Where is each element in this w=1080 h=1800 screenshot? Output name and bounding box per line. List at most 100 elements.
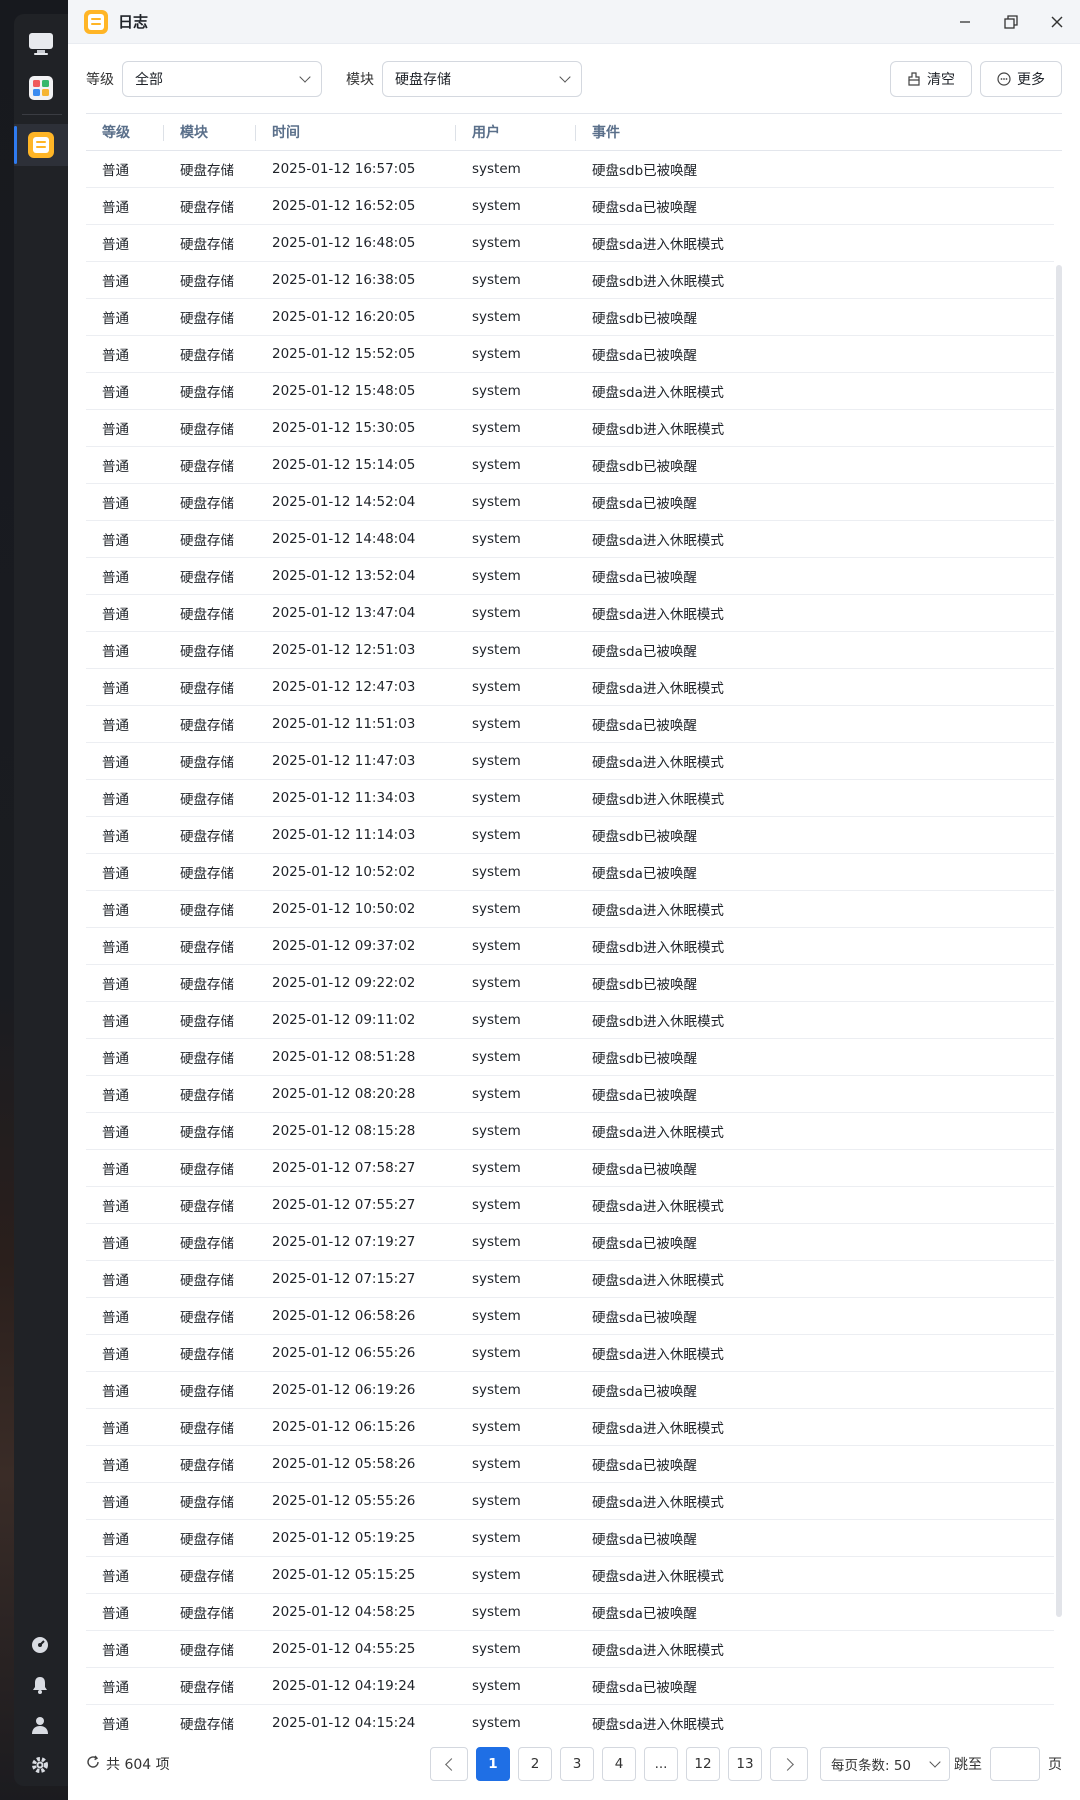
page-button-13[interactable]: 13	[728, 1747, 762, 1781]
log-app-icon[interactable]	[27, 131, 55, 159]
table-row[interactable]: 普通 硬盘存储 2025-01-12 11:51:03 system 硬盘sda已被唤醒	[86, 706, 1054, 743]
dashboard-icon[interactable]	[30, 1635, 50, 1655]
user-icon[interactable]	[30, 1715, 50, 1735]
cell-module: 硬盘存储	[180, 1680, 234, 1696]
column-header-event[interactable]: 事件	[576, 114, 1062, 150]
more-circle-icon	[997, 72, 1011, 86]
cell-user: system	[472, 1271, 521, 1287]
table-row[interactable]: 普通 硬盘存储 2025-01-12 16:57:05 system 硬盘sdb已被唤醒	[86, 151, 1054, 188]
per-page-select[interactable]: 每页条数: 50	[820, 1747, 950, 1781]
app-center-icon[interactable]	[27, 74, 55, 102]
table-row[interactable]: 普通 硬盘存储 2025-01-12 10:50:02 system 硬盘sda进入休眠…	[86, 891, 1054, 928]
page-button-2[interactable]: 2	[518, 1747, 552, 1781]
table-row[interactable]: 普通 硬盘存储 2025-01-12 06:55:26 system 硬盘sda进入休眠…	[86, 1335, 1054, 1372]
refresh-icon[interactable]	[86, 1755, 100, 1773]
table-row[interactable]: 普通 硬盘存储 2025-01-12 15:48:05 system 硬盘sda进入休眠…	[86, 373, 1054, 410]
column-header-user[interactable]: 用户	[456, 114, 576, 150]
next-page-button[interactable]	[770, 1747, 808, 1781]
table-scrollbar[interactable]	[1056, 265, 1062, 1617]
table-row[interactable]: 普通 硬盘存储 2025-01-12 11:34:03 system 硬盘sdb进入休眠…	[86, 780, 1054, 817]
cell-event: 硬盘sda已被唤醒	[592, 644, 697, 660]
table-row[interactable]: 普通 硬盘存储 2025-01-12 15:14:05 system 硬盘sdb已被唤醒	[86, 447, 1054, 484]
cell-level: 普通	[102, 496, 129, 512]
table-row[interactable]: 普通 硬盘存储 2025-01-12 04:55:25 system 硬盘sda进入休眠…	[86, 1631, 1054, 1668]
cell-level: 普通	[102, 1606, 129, 1622]
page-button-1[interactable]: 1	[476, 1747, 510, 1781]
table-row[interactable]: 普通 硬盘存储 2025-01-12 15:30:05 system 硬盘sdb进入休眠…	[86, 410, 1054, 447]
table-row[interactable]: 普通 硬盘存储 2025-01-12 07:15:27 system 硬盘sda进入休眠…	[86, 1261, 1054, 1298]
module-filter-select[interactable]: 硬盘存储	[382, 61, 582, 97]
more-button[interactable]: 更多	[980, 61, 1062, 97]
clear-button[interactable]: 清空	[890, 61, 972, 97]
cell-module: 硬盘存储	[180, 422, 234, 438]
table-row[interactable]: 普通 硬盘存储 2025-01-12 16:52:05 system 硬盘sda已被唤醒	[86, 188, 1054, 225]
table-row[interactable]: 普通 硬盘存储 2025-01-12 05:55:26 system 硬盘sda进入休眠…	[86, 1483, 1054, 1520]
table-row[interactable]: 普通 硬盘存储 2025-01-12 07:55:27 system 硬盘sda进入休眠…	[86, 1187, 1054, 1224]
cell-event: 硬盘sda已被唤醒	[592, 200, 697, 216]
bell-icon[interactable]	[30, 1675, 50, 1695]
cell-module: 硬盘存储	[180, 385, 234, 401]
cell-time: 2025-01-12 12:47:03	[272, 679, 416, 695]
table-row[interactable]: 普通 硬盘存储 2025-01-12 09:37:02 system 硬盘sdb进入休眠…	[86, 928, 1054, 965]
table-row[interactable]: 普通 硬盘存储 2025-01-12 13:52:04 system 硬盘sda已被唤醒	[86, 558, 1054, 595]
table-row[interactable]: 普通 硬盘存储 2025-01-12 04:58:25 system 硬盘sda已被唤醒	[86, 1594, 1054, 1631]
table-row[interactable]: 普通 硬盘存储 2025-01-12 08:15:28 system 硬盘sda进入休眠…	[86, 1113, 1054, 1150]
monitor-icon[interactable]	[27, 30, 55, 58]
table-row[interactable]: 普通 硬盘存储 2025-01-12 06:19:26 system 硬盘sda已被唤醒	[86, 1372, 1054, 1409]
table-row[interactable]: 普通 硬盘存储 2025-01-12 04:19:24 system 硬盘sda已被唤醒	[86, 1668, 1054, 1705]
cell-level: 普通	[102, 755, 129, 771]
cell-level: 普通	[102, 274, 129, 290]
table-row[interactable]: 普通 硬盘存储 2025-01-12 05:15:25 system 硬盘sda进入休眠…	[86, 1557, 1054, 1594]
column-header-time[interactable]: 时间	[256, 114, 456, 150]
more-button-label: 更多	[1017, 72, 1045, 88]
table-row[interactable]: 普通 硬盘存储 2025-01-12 16:48:05 system 硬盘sda进入休眠…	[86, 225, 1054, 262]
maximize-button[interactable]	[988, 0, 1034, 44]
table-row[interactable]: 普通 硬盘存储 2025-01-12 11:47:03 system 硬盘sda进入休眠…	[86, 743, 1054, 780]
table-row[interactable]: 普通 硬盘存储 2025-01-12 10:52:02 system 硬盘sda已被唤醒	[86, 854, 1054, 891]
column-header-level[interactable]: 等级	[86, 114, 164, 150]
column-header-module[interactable]: 模块	[164, 114, 256, 150]
cell-user: system	[472, 457, 521, 473]
level-filter-select[interactable]: 全部	[122, 61, 322, 97]
cell-module: 硬盘存储	[180, 1310, 234, 1326]
table-row[interactable]: 普通 硬盘存储 2025-01-12 09:11:02 system 硬盘sdb进入休眠…	[86, 1002, 1054, 1039]
cell-level: 普通	[102, 570, 129, 586]
cell-module: 硬盘存储	[180, 792, 234, 808]
table-row[interactable]: 普通 硬盘存储 2025-01-12 06:58:26 system 硬盘sda已被唤醒	[86, 1298, 1054, 1335]
table-body: 普通 硬盘存储 2025-01-12 16:57:05 system 硬盘sdb已被唤醒…	[86, 151, 1062, 1737]
prev-page-button[interactable]	[430, 1747, 468, 1781]
cell-level: 普通	[102, 1162, 129, 1178]
settings-gear-icon[interactable]	[30, 1755, 50, 1775]
page-button-12[interactable]: 12	[686, 1747, 720, 1781]
table-row[interactable]: 普通 硬盘存储 2025-01-12 08:20:28 system 硬盘sda已被唤醒	[86, 1076, 1054, 1113]
table-row[interactable]: 普通 硬盘存储 2025-01-12 06:15:26 system 硬盘sda进入休眠…	[86, 1409, 1054, 1446]
jump-page-input[interactable]	[990, 1747, 1040, 1781]
cell-user: system	[472, 1345, 521, 1361]
table-row[interactable]: 普通 硬盘存储 2025-01-12 15:52:05 system 硬盘sda已被唤醒	[86, 336, 1054, 373]
page-button-4[interactable]: 4	[602, 1747, 636, 1781]
table-row[interactable]: 普通 硬盘存储 2025-01-12 14:52:04 system 硬盘sda已被唤醒	[86, 484, 1054, 521]
page-button-3[interactable]: 3	[560, 1747, 594, 1781]
table-row[interactable]: 普通 硬盘存储 2025-01-12 16:20:05 system 硬盘sdb已被唤醒	[86, 299, 1054, 336]
table-row[interactable]: 普通 硬盘存储 2025-01-12 04:15:24 system 硬盘sda进入休眠…	[86, 1705, 1054, 1737]
table-row[interactable]: 普通 硬盘存储 2025-01-12 05:19:25 system 硬盘sda已被唤醒	[86, 1520, 1054, 1557]
table-row[interactable]: 普通 硬盘存储 2025-01-12 16:38:05 system 硬盘sdb进入休眠…	[86, 262, 1054, 299]
close-button[interactable]	[1034, 0, 1080, 44]
table-row[interactable]: 普通 硬盘存储 2025-01-12 11:14:03 system 硬盘sdb已被唤醒	[86, 817, 1054, 854]
table-row[interactable]: 普通 硬盘存储 2025-01-12 12:51:03 system 硬盘sda已被唤醒	[86, 632, 1054, 669]
table-row[interactable]: 普通 硬盘存储 2025-01-12 13:47:04 system 硬盘sda进入休眠…	[86, 595, 1054, 632]
table-row[interactable]: 普通 硬盘存储 2025-01-12 12:47:03 system 硬盘sda进入休眠…	[86, 669, 1054, 706]
page-ellipsis-button[interactable]: ...	[644, 1747, 678, 1781]
table-row[interactable]: 普通 硬盘存储 2025-01-12 09:22:02 system 硬盘sdb已被唤醒	[86, 965, 1054, 1002]
cell-event: 硬盘sda进入休眠模式	[592, 385, 724, 401]
cell-event: 硬盘sda已被唤醒	[592, 1236, 697, 1252]
table-row[interactable]: 普通 硬盘存储 2025-01-12 05:58:26 system 硬盘sda已被唤醒	[86, 1446, 1054, 1483]
table-row[interactable]: 普通 硬盘存储 2025-01-12 07:58:27 system 硬盘sda已被唤醒	[86, 1150, 1054, 1187]
table-row[interactable]: 普通 硬盘存储 2025-01-12 08:51:28 system 硬盘sdb已被唤醒	[86, 1039, 1054, 1076]
cell-user: system	[472, 975, 521, 991]
table-row[interactable]: 普通 硬盘存储 2025-01-12 14:48:04 system 硬盘sda进入休眠…	[86, 521, 1054, 558]
table-row[interactable]: 普通 硬盘存储 2025-01-12 07:19:27 system 硬盘sda已被唤醒	[86, 1224, 1054, 1261]
minimize-button[interactable]	[942, 0, 988, 44]
cell-event: 硬盘sdb进入休眠模式	[592, 940, 725, 956]
cell-user: system	[472, 1604, 521, 1620]
